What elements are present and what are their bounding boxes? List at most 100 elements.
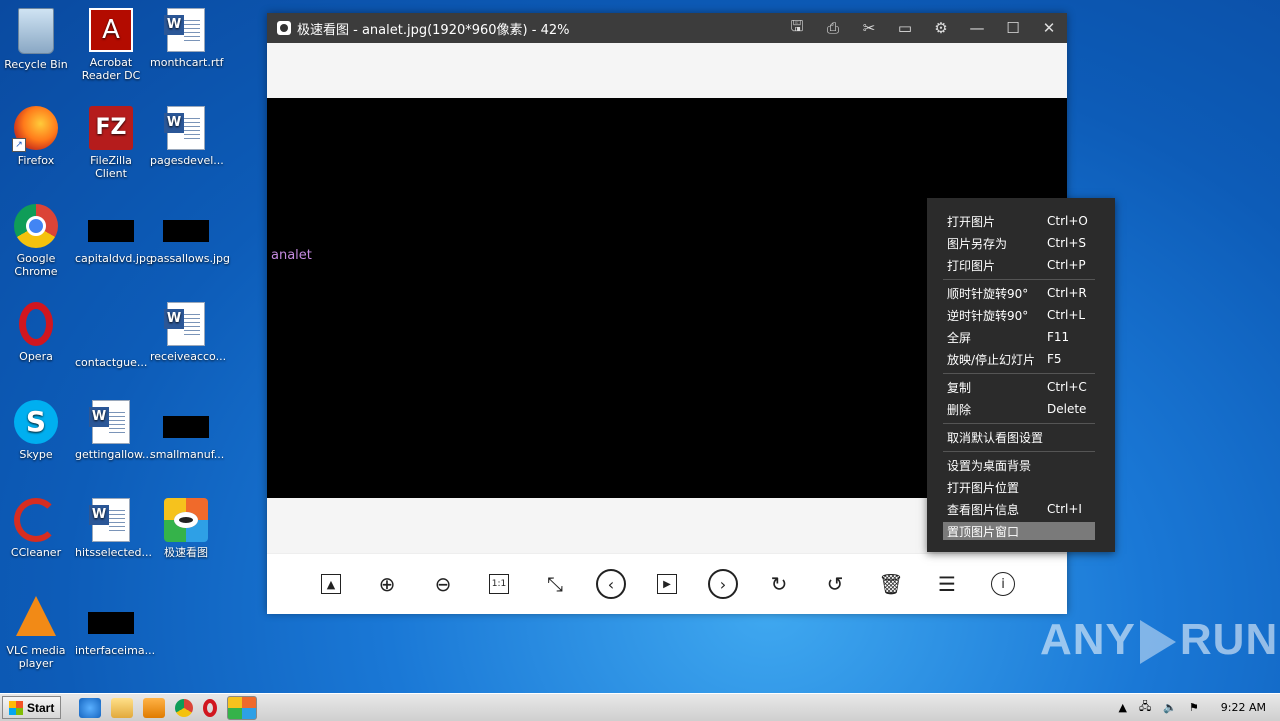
desktop-icon-receiveacco[interactable]: W receiveacco...: [150, 302, 226, 363]
desktop-icon-acrobat[interactable]: A Acrobat Reader DC: [75, 8, 147, 82]
word-doc-icon: W: [164, 106, 205, 150]
action-center-flag-icon[interactable]: ⚑: [1189, 701, 1199, 714]
minimize-icon[interactable]: —: [959, 19, 995, 37]
network-icon[interactable]: 🖧: [1139, 698, 1151, 717]
menu-item-open-image[interactable]: 打开图片 Ctrl+O: [943, 212, 1095, 230]
window-title: 极速看图 - analet.jpg(1920*960像素) - 42%: [297, 22, 570, 38]
ie-icon[interactable]: [79, 697, 102, 718]
word-doc-icon: W: [89, 498, 130, 542]
settings-icon[interactable]: ⚙: [923, 19, 959, 37]
opera-icon: [19, 302, 53, 346]
desktop-icon-skype[interactable]: S Skype: [0, 400, 72, 461]
desktop-icon-vlc[interactable]: VLC media player: [0, 596, 72, 670]
desktop-icon-capitaldvd[interactable]: capitaldvd.jpg: [75, 204, 153, 265]
menu-item-cancel-default[interactable]: 取消默认看图设置: [943, 428, 1095, 446]
menu-item-rotate-cw[interactable]: 顺时针旋转90° Ctrl+R: [943, 284, 1095, 302]
menu-item-fullscreen[interactable]: 全屏 F11: [943, 328, 1095, 346]
volume-icon[interactable]: 🔈: [1163, 701, 1177, 714]
taskbar: Start ▲ 🖧 🔈 ⚑ 9:22 AM: [0, 693, 1280, 721]
desktop-icon-label: contactgue...: [75, 356, 148, 369]
zoom-out-icon[interactable]: ⊖: [415, 564, 471, 604]
filezilla-icon: FZ: [89, 106, 133, 150]
word-doc-icon: W: [89, 400, 130, 444]
desktop-icon-label: interfaceima...: [75, 644, 156, 657]
desktop-icon-recycle-bin[interactable]: Recycle Bin: [0, 8, 72, 71]
image-file-icon: [88, 220, 134, 242]
next-icon[interactable]: ›: [695, 564, 751, 604]
delete-icon[interactable]: 🗑: [863, 564, 919, 604]
desktop-icon-label: Opera: [19, 350, 53, 363]
zoom-in-icon[interactable]: ⊕: [359, 564, 415, 604]
show-hidden-icons-icon[interactable]: ▲: [1118, 701, 1126, 714]
media-player-icon[interactable]: [143, 697, 166, 718]
menu-item-print[interactable]: 打印图片 Ctrl+P: [943, 256, 1095, 274]
title-bar[interactable]: 极速看图 - analet.jpg(1920*960像素) - 42% 🖫 ⎙ …: [267, 13, 1067, 43]
menu-item-pin-window[interactable]: 置顶图片窗口: [943, 522, 1095, 540]
desktop-icon-label: Acrobat Reader DC: [81, 56, 141, 82]
menu-separator: [943, 451, 1095, 452]
desktop-icon-pagesdevel[interactable]: W pagesdevel...: [150, 106, 224, 167]
desktop-icon-firefox[interactable]: ↗ Firefox: [0, 106, 72, 167]
word-doc-icon: W: [164, 8, 205, 52]
info-icon[interactable]: i: [975, 564, 1031, 604]
desktop-icon-filezilla[interactable]: FZ FileZilla Client: [75, 106, 147, 180]
menu-icon[interactable]: ☰: [919, 564, 975, 604]
desktop-icon-label: Google Chrome: [14, 252, 58, 278]
desktop-icon-gettingallow[interactable]: W gettingallow...: [75, 400, 152, 461]
desktop-icon-label: 极速看图: [164, 546, 208, 559]
chrome-icon[interactable]: [175, 698, 194, 717]
desktop-icon-hitsselected[interactable]: W hitsselected...: [75, 498, 152, 559]
menu-item-slideshow[interactable]: 放映/停止幻灯片 F5: [943, 350, 1095, 368]
desktop-icon-interfaceima[interactable]: interfaceima...: [75, 596, 156, 657]
chrome-icon: [14, 204, 58, 248]
feedback-icon[interactable]: ▭: [887, 19, 923, 37]
desktop-icon-contactgue[interactable]: contactgue...: [75, 302, 147, 369]
cut-icon[interactable]: ✂: [851, 19, 887, 37]
menu-item-image-info[interactable]: 查看图片信息 Ctrl+I: [943, 500, 1095, 518]
desktop-icon-smallmanuf[interactable]: smallmanuf...: [150, 400, 224, 461]
desktop-icon-image-viewer[interactable]: 极速看图: [150, 498, 222, 559]
desktop-icon-monthcart[interactable]: W monthcart.rtf: [150, 8, 224, 69]
menu-item-copy[interactable]: 复制 Ctrl+C: [943, 378, 1095, 396]
maximize-icon[interactable]: ☐: [995, 19, 1031, 37]
app-logo-icon: [277, 21, 291, 35]
save-icon[interactable]: 🖫: [779, 16, 815, 41]
image-viewer-app-icon[interactable]: [227, 695, 258, 720]
image-file-icon: [88, 612, 134, 634]
fit-window-icon[interactable]: ⤡: [527, 564, 583, 604]
menu-separator: [943, 423, 1095, 424]
start-button[interactable]: Start: [2, 696, 62, 719]
menu-item-rotate-ccw[interactable]: 逆时针旋转90° Ctrl+L: [943, 306, 1095, 324]
desktop-icon-opera[interactable]: Opera: [0, 302, 72, 363]
desktop-icon-passallows[interactable]: passallows.jpg: [150, 204, 231, 265]
bottom-toolbar: ▲ ⊕ ⊖ 1:1 ⤡ ‹ ▶ › ↻ ↺ 🗑 ☰ i: [267, 553, 1067, 614]
shortcut-arrow-icon: ↗: [12, 138, 26, 152]
desktop-icon-ccleaner[interactable]: CCleaner: [0, 498, 72, 559]
desktop-icon-label: Skype: [19, 448, 53, 461]
open-image-icon[interactable]: ▲: [303, 564, 359, 604]
desktop-icon-label: passallows.jpg: [150, 252, 231, 265]
menu-item-save-as[interactable]: 图片另存为 Ctrl+S: [943, 234, 1095, 252]
rotate-clockwise-icon[interactable]: ↻: [751, 564, 807, 604]
context-menu: 打开图片 Ctrl+O 图片另存为 Ctrl+S 打印图片 Ctrl+P 顺时针旋转9…: [927, 198, 1115, 552]
print-icon[interactable]: ⎙: [815, 19, 851, 37]
opera-icon[interactable]: [203, 698, 218, 717]
slideshow-icon[interactable]: ▶: [639, 564, 695, 604]
image-viewer-app-icon: [164, 498, 208, 542]
explorer-icon[interactable]: [111, 697, 134, 718]
desktop-icon-chrome[interactable]: Google Chrome: [0, 204, 72, 278]
word-doc-icon: W: [164, 302, 205, 346]
ccleaner-icon: [14, 498, 58, 542]
clock[interactable]: 9:22 AM: [1221, 701, 1266, 714]
desktop-icon-label: VLC media player: [6, 644, 66, 670]
previous-icon[interactable]: ‹: [583, 564, 639, 604]
actual-size-icon[interactable]: 1:1: [471, 564, 527, 604]
menu-item-delete[interactable]: 删除 Delete: [943, 400, 1095, 418]
menu-item-open-location[interactable]: 打开图片位置: [943, 478, 1095, 496]
image-file-icon: [163, 416, 209, 438]
desktop-icon-label: Recycle Bin: [4, 58, 68, 71]
desktop-icon-label: hitsselected...: [75, 546, 152, 559]
menu-item-set-wallpaper[interactable]: 设置为桌面背景: [943, 456, 1095, 474]
close-icon[interactable]: ✕: [1031, 19, 1067, 37]
rotate-counterclockwise-icon[interactable]: ↺: [807, 564, 863, 604]
